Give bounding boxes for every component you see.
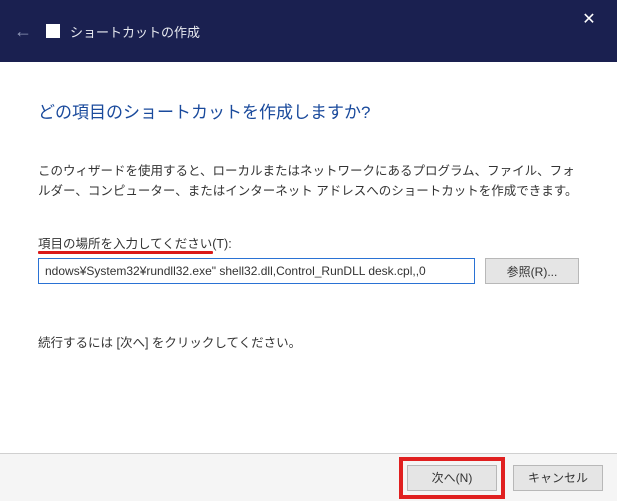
continue-instruction: 続行するには [次へ] をクリックしてください。 [38, 332, 579, 351]
page-heading: どの項目のショートカットを作成しますか? [38, 98, 579, 123]
back-arrow-icon[interactable]: ← [14, 21, 32, 42]
annotation-highlight-box: 次へ(N) [399, 457, 505, 499]
description-text: このウィザードを使用すると、ローカルまたはネットワークにあるプログラム、ファイル… [38, 161, 579, 201]
annotation-underline [38, 251, 213, 254]
next-button[interactable]: 次へ(N) [407, 465, 497, 491]
dialog-content: どの項目のショートカットを作成しますか? このウィザードを使用すると、ローカルま… [0, 62, 617, 453]
close-icon[interactable]: ✕ [579, 10, 599, 30]
location-input-label: 項目の場所を入力してください(T): [38, 233, 232, 252]
input-label-wrap: 項目の場所を入力してください(T): [38, 233, 232, 252]
browse-button[interactable]: 参照(R)... [485, 258, 579, 284]
dialog-footer: 次へ(N) キャンセル [0, 453, 617, 501]
titlebar: ← ショートカットの作成 ✕ [0, 0, 617, 62]
cancel-button[interactable]: キャンセル [513, 465, 603, 491]
location-input[interactable] [38, 258, 475, 284]
window-title: ショートカットの作成 [70, 22, 200, 41]
window-icon [46, 24, 60, 38]
input-row: 参照(R)... [38, 258, 579, 284]
